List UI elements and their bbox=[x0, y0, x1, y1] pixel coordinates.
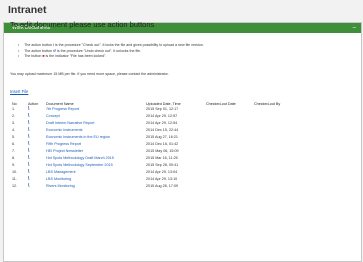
table-row: 1. \ 7th Progress Report 2015 Sep 01, 12:17 bbox=[10, 107, 300, 114]
page-heading: To edit document please use action butto… bbox=[10, 20, 155, 29]
uploaded-date: 2014 Dec 15, 22:44 bbox=[146, 128, 179, 132]
insert-file-link[interactable]: Insert File bbox=[10, 89, 28, 94]
uploaded-date: 2014 Dec 16, 01:42 bbox=[146, 142, 179, 146]
checkout-action-icon[interactable]: \ bbox=[28, 106, 29, 112]
documents-table-body: 1. \ 7th Progress Report 2015 Sep 01, 12:17… bbox=[10, 107, 300, 191]
document-name-link[interactable]: Concept bbox=[46, 114, 60, 118]
table-row: 11. \ LBS Monitoring 2014 Apr 29, 13:10 bbox=[10, 177, 300, 184]
document-name-link[interactable]: LBS Management bbox=[46, 170, 76, 174]
row-no: 12. bbox=[12, 184, 18, 188]
table-row: 4. \ Economic Instruments 2014 Dec 15, 22:4… bbox=[10, 128, 300, 135]
table-row: 12. \ Rivers Monitoring 2015 Aug 28, 17:09 bbox=[10, 184, 300, 191]
uploaded-date: 2015 May 06, 15:09 bbox=[146, 149, 179, 153]
uploaded-date: 2015 Sep 26, 00:41 bbox=[146, 163, 179, 167]
documents-table: No Action Document Name Uploaded Date, T… bbox=[10, 100, 300, 191]
uploaded-date: 2015 Mar 16, 11:25 bbox=[146, 156, 178, 160]
document-name-link[interactable]: Economic Instruments bbox=[46, 128, 82, 132]
app-title: Intranet bbox=[8, 4, 47, 16]
header-checked-out-by: Checked-out By bbox=[254, 101, 281, 106]
table-row: 6. \ Fifth Progress Report 2014 Dec 16, 01:… bbox=[10, 142, 300, 149]
document-name-link[interactable]: Hot Spots Methodology September 2015 bbox=[46, 163, 113, 167]
row-no: 11. bbox=[12, 177, 17, 181]
minus-icon[interactable]: – bbox=[353, 23, 356, 33]
checkout-action-icon[interactable]: \ bbox=[28, 120, 29, 126]
header-uploaded-date: Uploaded Date, Time bbox=[146, 101, 181, 106]
row-no: 7. bbox=[12, 149, 16, 153]
row-no: 3. bbox=[12, 121, 16, 125]
row-no: 9. bbox=[12, 163, 16, 167]
header-no: No bbox=[12, 101, 17, 106]
checkout-action-icon[interactable]: \ bbox=[28, 176, 29, 182]
row-no: 10. bbox=[12, 170, 18, 174]
instructions-list: The action button \ is the procedure "Ch… bbox=[18, 43, 204, 60]
table-row: 2. \ Concept 2014 Apr 29, 12:57 bbox=[10, 114, 300, 121]
checkout-action-icon[interactable]: \ bbox=[28, 155, 29, 161]
uploaded-date: 2015 Aug 27, 16:21 bbox=[146, 135, 178, 139]
uploaded-date: 2014 Apr 29, 12:57 bbox=[146, 114, 178, 118]
uploaded-date: 2015 Sep 01, 12:17 bbox=[146, 107, 179, 111]
edit-icon: \ bbox=[52, 43, 54, 47]
checkout-action-icon[interactable]: \ bbox=[28, 148, 29, 154]
table-header-row: No Action Document Name Uploaded Date, T… bbox=[10, 100, 300, 107]
table-row: 5. \ Economic Instruments in the EU region… bbox=[10, 135, 300, 142]
table-row: 7. \ HEI Project Newsletter 2015 May 06, 15… bbox=[10, 149, 300, 156]
row-no: 2. bbox=[12, 114, 16, 118]
document-name-link[interactable]: LBS Monitoring bbox=[46, 177, 71, 181]
row-no: 8. bbox=[12, 156, 16, 160]
document-name-link[interactable]: Draft Interim Narrative Report bbox=[46, 121, 94, 125]
table-row: 9. \ Hot Spots Methodology September 2015 2… bbox=[10, 163, 300, 170]
row-no: 5. bbox=[12, 135, 16, 139]
uploaded-date: 2015 Aug 28, 17:09 bbox=[146, 184, 178, 188]
row-no: 1. bbox=[12, 107, 16, 111]
document-name-link[interactable]: Fifth Progress Report bbox=[46, 142, 81, 146]
table-row: 10. \ LBS Management 2014 Apr 29, 13:04 bbox=[10, 170, 300, 177]
uploaded-date: 2014 Apr 29, 13:10 bbox=[146, 177, 178, 181]
header-document-name: Document Name bbox=[46, 101, 74, 106]
checkout-action-icon[interactable]: \ bbox=[28, 113, 29, 119]
checkout-action-icon[interactable]: \ bbox=[28, 141, 29, 147]
checkout-action-icon[interactable]: \ bbox=[28, 183, 29, 189]
document-name-link[interactable]: HEI Project Newsletter bbox=[46, 149, 83, 153]
document-name-link[interactable]: Hot Spots Methodology Draft March 2015 bbox=[46, 156, 114, 160]
table-row: 3. \ Draft Interim Narrative Report 2014 Ap… bbox=[10, 121, 300, 128]
row-no: 6. bbox=[12, 142, 16, 146]
header-checked-out-date: Checked-out Date bbox=[206, 101, 236, 106]
checkout-action-icon[interactable]: \ bbox=[28, 134, 29, 140]
uploaded-date: 2014 Apr 29, 13:04 bbox=[146, 170, 178, 174]
checkout-action-icon[interactable]: \ bbox=[28, 162, 29, 168]
checkout-action-icon[interactable]: \ bbox=[28, 127, 29, 133]
checkout-action-icon[interactable]: \ bbox=[28, 169, 29, 175]
table-row: 8. \ Hot Spots Methodology Draft March 201… bbox=[10, 156, 300, 163]
uploaded-date: 2014 Apr 29, 12:54 bbox=[146, 121, 178, 125]
upload-limit-note: You may upload maximum 15 MB per file. I… bbox=[10, 72, 169, 76]
row-no: 4. bbox=[12, 128, 16, 132]
lock-icon: ■ bbox=[42, 54, 45, 59]
document-name-link[interactable]: 7th Progress Report bbox=[46, 107, 79, 111]
document-name-link[interactable]: Rivers Monitoring bbox=[46, 184, 75, 188]
undo-icon: ↺ bbox=[52, 48, 56, 53]
instruction-lock: The button ■ is the indicator "File has … bbox=[18, 54, 204, 60]
document-name-link[interactable]: Economic Instruments in the EU region bbox=[46, 135, 110, 139]
